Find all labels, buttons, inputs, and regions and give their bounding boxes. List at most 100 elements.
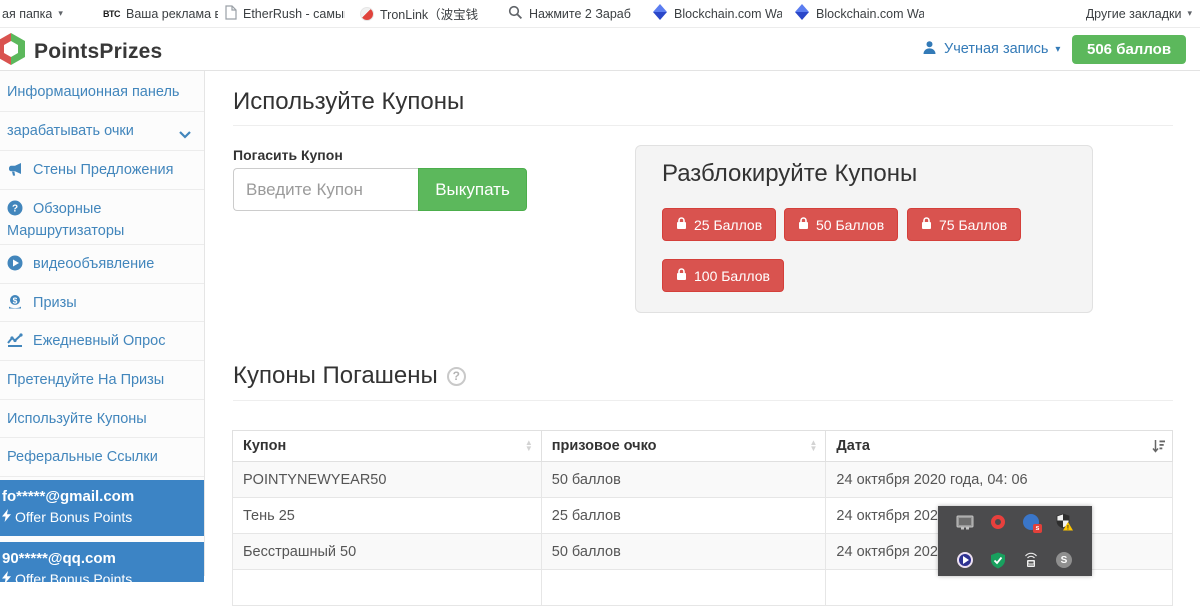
redeem-button[interactable]: Выкупать bbox=[418, 168, 527, 211]
referral-offer-label: Offer Bonus Points bbox=[15, 508, 132, 526]
other-bookmarks-label: Другие закладки bbox=[1086, 7, 1182, 21]
table-row: POINTYNEWYEAR50 50 баллов 24 октября 202… bbox=[233, 462, 1173, 498]
sidebar-item-label: зарабатывать очки bbox=[7, 123, 134, 139]
redeemed-title-text: Купоны Погашены bbox=[233, 362, 438, 390]
sidebar-item-label: видеообъявление bbox=[33, 256, 154, 272]
column-header-points[interactable]: призовое очко ▲▼ bbox=[541, 431, 826, 462]
sidebar-item-label: Призы bbox=[33, 295, 77, 311]
lock-icon bbox=[676, 268, 687, 284]
sidebar-item-label: Информационная панель bbox=[7, 84, 179, 100]
referral-card-2[interactable]: 90*****@qq.com Offer Bonus Points bbox=[0, 542, 204, 582]
sidebar-item-claim-prizes[interactable]: Претендуйте На Призы bbox=[0, 361, 204, 400]
page-icon bbox=[224, 5, 237, 23]
lock-icon bbox=[921, 217, 932, 233]
coupon-input[interactable] bbox=[233, 168, 418, 211]
sidebar-item-label: Стены Предложения bbox=[33, 162, 173, 178]
sidebar-item-dashboard[interactable]: Информационная панель bbox=[0, 71, 204, 112]
sidebar-item-survey-routers[interactable]: ? Обзорные Маршрутизаторы bbox=[0, 190, 204, 245]
question-circle-icon: ? bbox=[7, 200, 23, 222]
account-menu[interactable]: Учетная запись ▾ bbox=[922, 28, 1060, 70]
antivirus-shield-icon[interactable] bbox=[988, 550, 1008, 570]
cell-points: 50 баллов bbox=[541, 462, 826, 498]
unlock-panel-title: Разблокируйте Купоны bbox=[662, 160, 917, 188]
unlock-50-button[interactable]: 50 Баллов bbox=[784, 208, 898, 241]
svg-text:?: ? bbox=[12, 204, 18, 215]
sidebar-item-use-coupons[interactable]: Используйте Купоны bbox=[0, 400, 204, 438]
bookmark-label: ая папка bbox=[2, 7, 52, 21]
bookmark-blockchain-1[interactable]: Blockchain.com Wa bbox=[652, 0, 782, 27]
megaphone-icon bbox=[7, 162, 23, 183]
sidebar-item-earn-points[interactable]: зарабатывать очки bbox=[0, 112, 204, 151]
bookmark-folder[interactable]: ая папка ▾ bbox=[2, 0, 63, 27]
caret-down-icon: ▾ bbox=[1187, 8, 1192, 19]
play-circle-icon bbox=[7, 255, 23, 277]
cell-coupon: Бесстрашный 50 bbox=[233, 534, 542, 570]
unlock-coupons-panel: Разблокируйте Купоны 25 Баллов 50 Баллов… bbox=[635, 145, 1093, 313]
cell-coupon: POINTYNEWYEAR50 bbox=[233, 462, 542, 498]
bookmarks-bar: ая папка ▾ BTC Ваша реклама в се EtherRu… bbox=[0, 0, 1200, 28]
divider bbox=[233, 400, 1173, 401]
windows-defender-icon[interactable]: ! bbox=[1054, 512, 1074, 532]
unlock-button-label: 75 Баллов bbox=[939, 217, 1007, 233]
referral-email: 90*****@qq.com bbox=[2, 550, 200, 568]
column-header-label: призовое очко bbox=[552, 438, 657, 454]
bookmark-label: Ваша реклама в се bbox=[126, 7, 218, 21]
bookmark-tronlink[interactable]: TronLink（波宝钱 bbox=[360, 0, 486, 27]
btc-icon: BTC bbox=[103, 9, 120, 19]
bookmark-label: TronLink（波宝钱 bbox=[380, 4, 486, 23]
steam-icon[interactable]: s bbox=[1021, 512, 1041, 532]
sidebar-item-label: Реферальные Ссылки bbox=[7, 449, 158, 465]
cell-coupon: Тень 25 bbox=[233, 498, 542, 534]
sort-icon: ▲▼ bbox=[525, 440, 533, 452]
media-player-icon[interactable] bbox=[955, 550, 975, 570]
bookmark-label: Нажмите 2 Зараб bbox=[529, 7, 633, 21]
sort-desc-icon bbox=[1152, 439, 1165, 458]
column-header-date[interactable]: Дата bbox=[826, 431, 1173, 462]
bolt-icon bbox=[2, 508, 11, 526]
other-bookmarks-button[interactable]: Другие закладки ▾ bbox=[1086, 0, 1192, 27]
chevron-down-icon bbox=[179, 126, 191, 145]
bookmark-click2earn[interactable]: Нажмите 2 Зараб bbox=[508, 0, 633, 27]
redeemed-section-title: Купоны Погашены ? bbox=[233, 362, 466, 390]
bookmark-blockchain-2[interactable]: Blockchain.com Wa bbox=[794, 0, 924, 27]
svg-text:!: ! bbox=[1067, 525, 1069, 532]
referral-card-1[interactable]: fo*****@gmail.com Offer Bonus Points bbox=[0, 480, 204, 536]
points-balance-badge[interactable]: 506 баллов bbox=[1072, 35, 1186, 64]
unlock-25-button[interactable]: 25 Баллов bbox=[662, 208, 776, 241]
column-header-coupon[interactable]: Купон ▲▼ bbox=[233, 431, 542, 462]
sidebar-item-referral-links[interactable]: Реферальные Ссылки bbox=[0, 438, 204, 477]
sidebar-item-prizes[interactable]: $ Призы bbox=[0, 284, 204, 322]
column-header-label: Дата bbox=[836, 438, 870, 454]
opera-icon[interactable] bbox=[988, 512, 1008, 532]
account-label: Учетная запись bbox=[944, 41, 1048, 57]
cell-date: 24 октября 2020 года, 04: 06 bbox=[826, 462, 1173, 498]
referral-offer-label: Offer Bonus Points bbox=[15, 570, 132, 588]
brand-name: PointsPrizes bbox=[34, 40, 162, 64]
referral-email: fo*****@gmail.com bbox=[2, 488, 200, 506]
bookmark-etherrush[interactable]: EtherRush - самый bbox=[224, 0, 345, 27]
unlock-75-button[interactable]: 75 Баллов bbox=[907, 208, 1021, 241]
prize-coin-icon: $ bbox=[7, 294, 23, 316]
display-icon[interactable] bbox=[955, 512, 975, 532]
person-icon bbox=[922, 40, 937, 59]
help-icon[interactable]: ? bbox=[447, 367, 466, 386]
caret-down-icon: ▾ bbox=[58, 8, 63, 19]
unlock-button-label: 25 Баллов bbox=[694, 217, 762, 233]
sidebar-item-offer-walls[interactable]: Стены Предложения bbox=[0, 151, 204, 190]
sidebar-item-video-ads[interactable]: видеообъявление bbox=[0, 245, 204, 284]
tronlink-icon bbox=[360, 7, 374, 21]
unlock-100-button[interactable]: 100 Баллов bbox=[662, 259, 784, 292]
page-title: Используйте Купоны bbox=[233, 88, 464, 116]
magnifier-icon bbox=[508, 5, 523, 23]
cell-points: 25 баллов bbox=[541, 498, 826, 534]
sidebar-item-label: Ежедневный Опрос bbox=[33, 333, 165, 349]
line-chart-icon bbox=[7, 333, 23, 354]
main-content: Используйте Купоны Погасить Купон Выкупа… bbox=[205, 71, 1200, 576]
sidebar-item-daily-poll[interactable]: Ежедневный Опрос bbox=[0, 322, 204, 361]
brand-logo[interactable]: PointsPrizes bbox=[0, 32, 162, 71]
bookmark-btc[interactable]: BTC Ваша реклама в се bbox=[103, 0, 218, 27]
skype-icon[interactable]: S bbox=[1054, 550, 1074, 570]
unlock-button-label: 50 Баллов bbox=[816, 217, 884, 233]
cell-points: 50 баллов bbox=[541, 534, 826, 570]
radio-device-icon[interactable] bbox=[1021, 550, 1041, 570]
